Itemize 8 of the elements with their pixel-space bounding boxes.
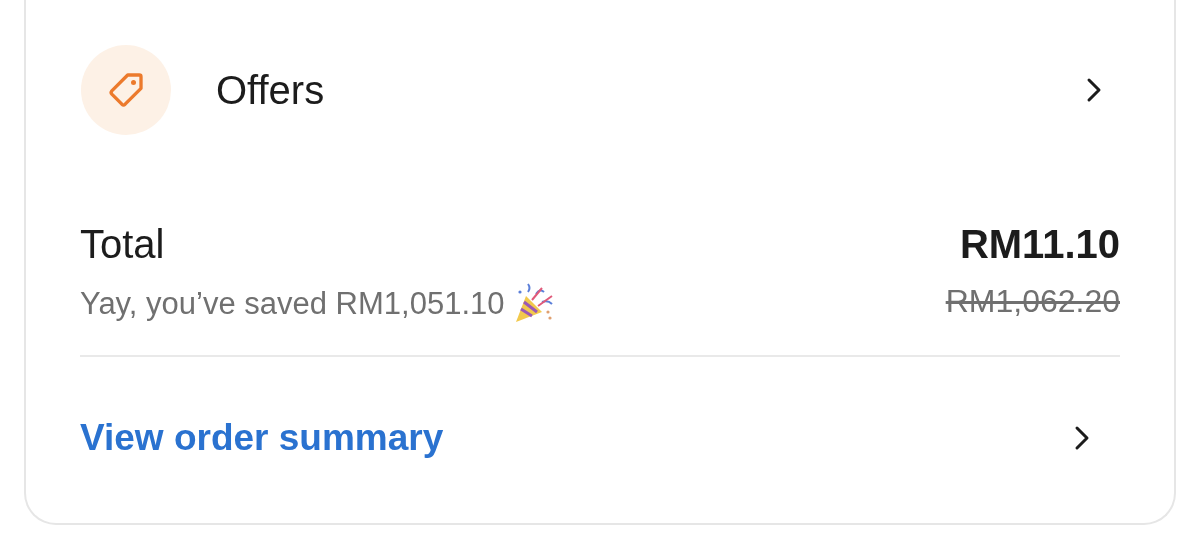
savings-text: Yay, you’ve saved RM1,051.10 <box>80 285 505 323</box>
offers-label[interactable]: Offers <box>216 67 1086 113</box>
chevron-right-icon <box>1074 425 1090 451</box>
chevron-right-icon <box>1086 77 1102 103</box>
original-price: RM1,062.20 <box>945 282 1120 320</box>
total-label: Total <box>80 221 165 268</box>
view-order-summary-link[interactable]: View order summary <box>80 417 1074 459</box>
total-price: RM11.10 <box>959 221 1120 268</box>
